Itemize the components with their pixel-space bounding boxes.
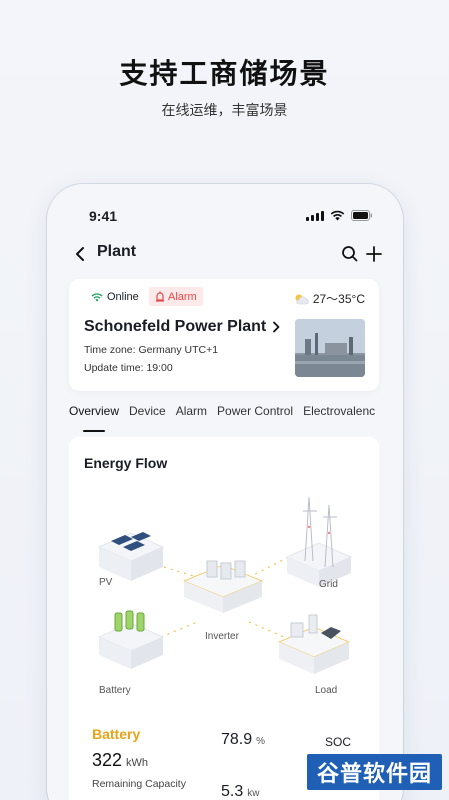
power-unit: kw <box>247 788 260 799</box>
back-icon[interactable] <box>73 244 89 264</box>
battery-capacity-unit: kWh <box>126 757 149 769</box>
alarm-icon <box>156 291 164 302</box>
battery-capacity: 322 kWh <box>92 750 148 771</box>
battery-stat-title: Battery <box>92 726 141 742</box>
inverter-label: Inverter <box>205 631 239 642</box>
search-icon[interactable] <box>341 245 359 263</box>
watermark-logo: 谷普软件园 <box>307 754 442 790</box>
online-wifi-icon <box>91 292 103 301</box>
tab-device[interactable]: Device <box>129 404 166 426</box>
promo-subtitle: 在线运维，丰富场景 <box>161 102 288 118</box>
soc-value: 78.9 <box>221 731 253 748</box>
battery-status-icon <box>351 210 373 221</box>
plant-card[interactable]: Online Alarm 27～35°C Schonefeld Power Pl… <box>69 279 379 391</box>
tab-overview[interactable]: Overview <box>69 404 119 432</box>
plant-update-time: Update time: 19:00 <box>84 362 173 374</box>
promo-title: 支持工商储场景 <box>119 58 330 89</box>
energy-flow-diagram <box>97 496 353 674</box>
tab-alarm[interactable]: Alarm <box>176 404 207 426</box>
tab-bar: Overview Device Alarm Power Control Elec… <box>69 404 403 432</box>
load-icon <box>277 614 351 674</box>
phone-frame: 9:41 Plant Online Alarm 27～35°C Schonefe… <box>47 184 403 800</box>
signal-icon <box>306 210 324 221</box>
add-icon[interactable] <box>365 245 383 263</box>
battery-icon <box>97 610 165 669</box>
wifi-icon <box>330 210 345 221</box>
alarm-label: Alarm <box>168 290 197 303</box>
plant-name: Schonefeld Power Plant <box>84 318 267 335</box>
plant-photo <box>295 319 365 377</box>
plant-name-link[interactable]: Schonefeld Power Plant <box>84 318 280 336</box>
energy-flow-card: Energy Flow PV Grid Inverter Battery Loa… <box>69 437 379 800</box>
chevron-right-icon <box>273 321 280 333</box>
soc-label: SOC <box>325 735 352 749</box>
energy-flow-title: Energy Flow <box>84 455 168 471</box>
grid-label: Grid <box>319 579 338 590</box>
status-time: 9:41 <box>89 208 118 224</box>
status-bar: 9:41 <box>47 206 403 226</box>
power-value-block: 5.3 kw <box>221 783 259 800</box>
nav-bar: Plant <box>47 240 403 268</box>
alarm-badge[interactable]: Alarm <box>149 287 203 306</box>
partly-cloudy-icon <box>295 294 309 304</box>
soc-value-block: 78.9% <box>221 731 265 749</box>
battery-capacity-label: Remaining Capacity <box>92 778 186 790</box>
battery-label: Battery <box>99 685 131 696</box>
soc-unit: % <box>256 736 266 747</box>
battery-capacity-value: 322 <box>92 750 123 770</box>
inverter-icon <box>182 560 264 613</box>
online-label: Online <box>107 291 139 303</box>
pv-label: PV <box>99 577 113 588</box>
weather-temp: 27～35°C <box>312 292 365 306</box>
page-title: Plant <box>97 243 137 260</box>
tab-power-control[interactable]: Power Control <box>217 404 293 426</box>
plant-timezone: Time zone: Germany UTC+1 <box>84 344 219 356</box>
online-status: Online <box>91 291 139 303</box>
grid-icon <box>285 496 353 587</box>
load-label: Load <box>315 685 338 696</box>
tab-electrovalence[interactable]: Electrovalenc <box>303 404 375 426</box>
pv-icon <box>97 532 165 581</box>
power-value: 5.3 <box>221 783 244 800</box>
weather: 27～35°C <box>293 290 365 307</box>
